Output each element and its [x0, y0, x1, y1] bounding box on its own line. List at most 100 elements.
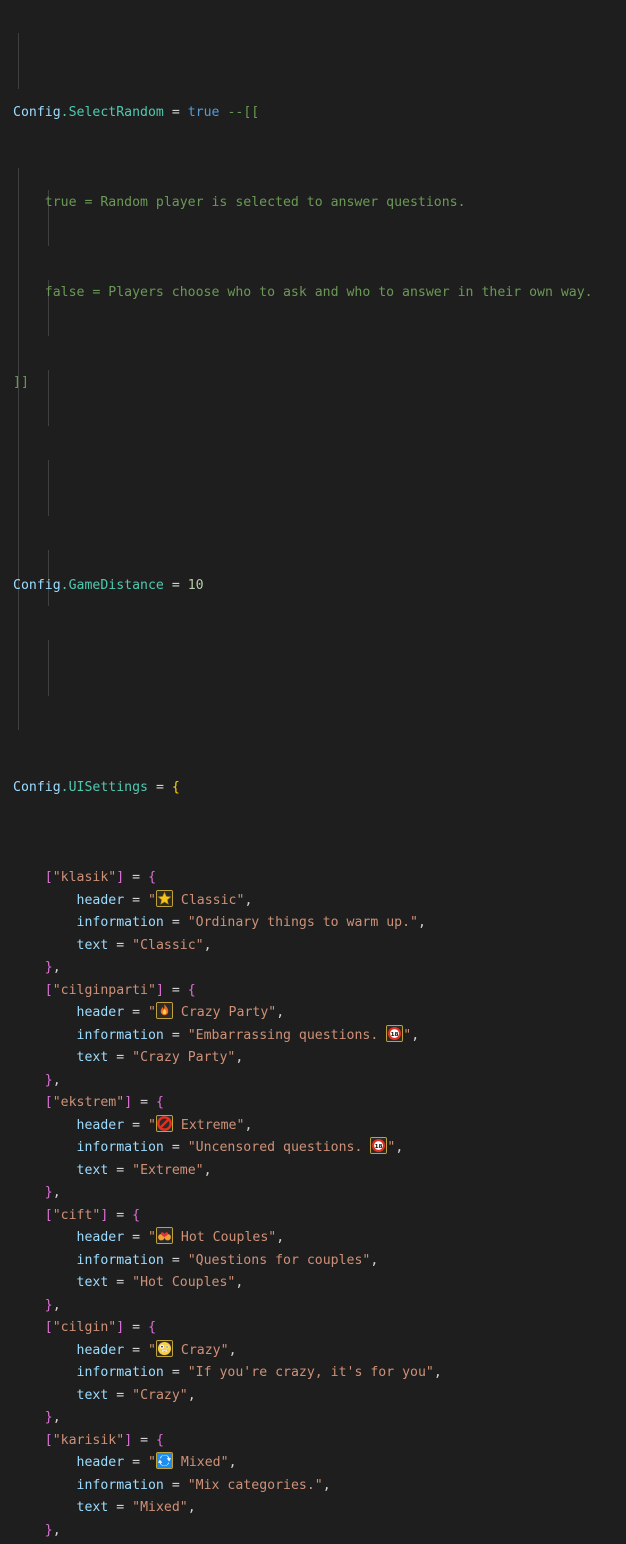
comment-open-token: --[[ [227, 105, 260, 120]
field-name-information: information [76, 915, 164, 930]
field-name-information: information [76, 1140, 164, 1155]
code-line-information-field: information = "If you're crazy, it's for… [0, 1362, 626, 1385]
comma-token: , [370, 1252, 379, 1268]
field-name-information: information [76, 1252, 164, 1268]
operator-token: = [140, 1095, 149, 1110]
field-name-header: header [76, 1342, 125, 1358]
comment-close-token: ]] [13, 375, 29, 390]
comma-token: , [433, 1365, 442, 1380]
code-content[interactable]: Config.SelectRandom = true --[[ true = R… [0, 12, 626, 1544]
comma-token: , [52, 1297, 61, 1313]
comma-token: , [52, 1522, 61, 1538]
operator-token: = [116, 1162, 125, 1178]
property-token: .UISettings [60, 780, 148, 795]
close-brace-token: } [44, 1072, 53, 1088]
operator-token: = [171, 105, 180, 120]
string-quote-token: " [148, 892, 156, 908]
close-brace-token: } [44, 1522, 53, 1538]
code-line-comment-2: false = Players choose who to ask and wh… [0, 282, 626, 305]
no-one-under-eighteen-icon: 18 [370, 1137, 388, 1154]
close-brace-token: } [44, 1410, 53, 1425]
number-value-token: 10 [187, 577, 204, 593]
svg-text:18: 18 [375, 1144, 383, 1150]
field-name-text: text [76, 1500, 109, 1515]
code-line-header-field: header = " Crazy", [0, 1339, 626, 1363]
close-bracket-token: ] [124, 1432, 133, 1448]
entry-key-token: "karisik" [52, 1432, 125, 1448]
string-quote-token: " [148, 1230, 156, 1245]
ui-settings-entries: ["klasik"] = { header = " Classic", info… [0, 867, 626, 1542]
string-quote-token: " [148, 1455, 156, 1470]
code-line-header-field: header = " Extreme", [0, 1114, 626, 1138]
close-brace-token: } [44, 960, 53, 975]
open-bracket-token: [ [44, 1320, 53, 1335]
string-quote-token: " [387, 1140, 396, 1155]
information-value-token: "Mix categories." [187, 1477, 323, 1493]
code-line-information-field: information = "Ordinary things to warm u… [0, 912, 626, 935]
operator-token: = [116, 1387, 125, 1403]
comma-token: , [203, 937, 212, 953]
close-bracket-token: ] [116, 1320, 125, 1335]
code-line-information-field: information = "Embarrassing questions. 1… [0, 1024, 626, 1048]
field-name-text: text [76, 1050, 109, 1065]
close-bracket-token: ] [100, 1207, 109, 1223]
header-value-token: Crazy" [172, 1342, 229, 1358]
operator-token: = [116, 1500, 125, 1515]
open-bracket-token: [ [44, 1432, 53, 1448]
comma-token: , [395, 1140, 404, 1155]
comma-token: , [52, 1185, 61, 1200]
comma-token: , [235, 1275, 244, 1290]
code-line-comment-close: ]] [0, 372, 626, 395]
operator-token: = [171, 1140, 180, 1155]
comma-token: , [235, 1050, 244, 1065]
code-line-entry-key: ["cilgin"] = { [0, 1317, 626, 1340]
comma-token: , [203, 1162, 212, 1178]
property-token: .SelectRandom [60, 105, 164, 120]
comma-token: , [244, 1117, 253, 1133]
field-name-header: header [76, 1455, 125, 1470]
code-line-text-field: text = "Classic", [0, 935, 626, 958]
operator-token: = [132, 892, 141, 908]
code-line-select-random: Config.SelectRandom = true --[[ [0, 102, 626, 125]
close-bracket-token: ] [155, 982, 164, 998]
operator-token: = [171, 1252, 180, 1268]
comment-text: true = Random player is selected to answ… [44, 195, 466, 210]
open-brace-token: { [156, 1095, 164, 1110]
entry-key-token: "cilginparti" [52, 982, 156, 998]
header-value-token: Hot Couples" [172, 1230, 277, 1245]
open-bracket-token: [ [44, 982, 53, 998]
object-token: Config [13, 577, 61, 593]
no-one-under-eighteen-icon: 18 [386, 1024, 404, 1042]
header-value-token: Mixed" [172, 1455, 229, 1470]
entry-key-token: "cift" [52, 1207, 101, 1223]
code-line-header-field: header = " Hot Couples", [0, 1227, 626, 1250]
couple-with-heart-icon [155, 1227, 173, 1244]
code-line-entry-key: ["karisik"] = { [0, 1430, 626, 1453]
operator-token: = [132, 870, 141, 885]
code-line-entry-key: ["ekstrem"] = { [0, 1092, 626, 1115]
comma-token: , [187, 1500, 196, 1515]
operator-token: = [171, 577, 180, 593]
comma-token: , [187, 1387, 196, 1403]
code-line-text-field: text = "Crazy Party", [0, 1047, 626, 1070]
field-name-text: text [76, 1275, 109, 1290]
string-quote-token: " [148, 1117, 156, 1133]
code-line-information-field: information = "Questions for couples", [0, 1250, 626, 1273]
open-bracket-token: [ [44, 1095, 53, 1110]
information-value-token: "Ordinary things to warm up." [187, 915, 418, 930]
code-line-entry-close: }, [0, 1182, 626, 1205]
code-editor[interactable]: Config.SelectRandom = true --[[ true = R… [0, 0, 626, 1538]
open-brace-token: { [156, 1432, 164, 1448]
text-value-token: "Crazy" [132, 1387, 188, 1403]
comma-token: , [228, 1342, 237, 1358]
comma-token: , [52, 1072, 61, 1088]
open-brace-token: { [132, 1207, 141, 1223]
field-name-header: header [76, 892, 125, 908]
code-line-entry-close: }, [0, 1407, 626, 1430]
code-line-entry-close: }, [0, 957, 626, 980]
code-line-text-field: text = "Mixed", [0, 1497, 626, 1520]
field-name-header: header [76, 1117, 125, 1133]
zany-face-icon [155, 1339, 173, 1357]
